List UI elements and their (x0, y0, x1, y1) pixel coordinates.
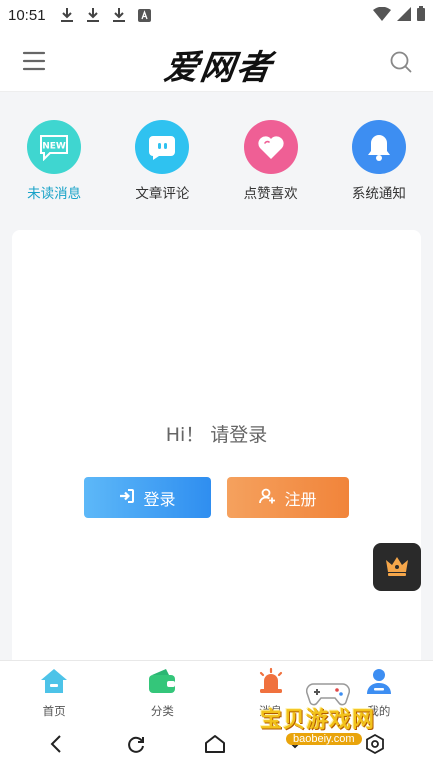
app-header: 爱网者 (0, 30, 433, 92)
download-icon (60, 7, 74, 23)
site-watermark: 宝贝游戏网 baobeiy.com (258, 678, 408, 750)
login-card: Hi！ 请登录 登录 注册 (12, 230, 421, 670)
download-icon (86, 7, 100, 23)
bell-icon (351, 120, 406, 174)
signal-icon (397, 6, 411, 25)
watermark-url: baobeiy.com (286, 733, 362, 745)
menu-icon[interactable] (22, 50, 46, 72)
svg-text:NEW: NEW (42, 142, 66, 152)
login-icon (119, 488, 135, 508)
quick-item-likes[interactable]: 点赞喜欢 (217, 115, 325, 205)
quick-item-comments[interactable]: 文章评论 (108, 115, 216, 205)
login-button-label: 登录 (143, 489, 176, 509)
add-user-icon (259, 488, 276, 508)
quick-item-label: 未读消息 (27, 186, 82, 202)
refresh-icon[interactable] (126, 734, 146, 758)
quick-item-unread[interactable]: NEW 未读消息 (0, 115, 108, 205)
login-button[interactable]: 登录 (84, 477, 211, 518)
quick-item-notifications[interactable]: 系统通知 (325, 115, 433, 205)
register-button[interactable]: 注册 (227, 477, 349, 518)
register-button-label: 注册 (284, 489, 317, 509)
new-badge-icon: NEW (27, 120, 82, 174)
a-box-icon (137, 8, 151, 22)
login-greeting: Hi！ 请登录 (165, 424, 268, 446)
wallet-icon (147, 667, 177, 699)
battery-icon (417, 5, 425, 25)
search-icon[interactable] (389, 50, 413, 74)
vip-floating-button[interactable] (373, 543, 421, 591)
download-icon (112, 7, 126, 23)
status-bar: 10:51 (0, 0, 433, 30)
quick-item-label: 系统通知 (351, 186, 406, 202)
wifi-icon (373, 6, 391, 25)
chat-bubble-icon (135, 120, 190, 174)
app-logo: 爱网者 (161, 48, 276, 88)
quick-item-label: 文章评论 (135, 186, 190, 202)
tab-label: 首页 (42, 704, 66, 718)
message-category-nav: NEW 未读消息 文章评论 点赞喜欢 系统通知 (0, 115, 433, 205)
status-time: 10:51 (8, 6, 46, 24)
back-icon[interactable] (47, 734, 67, 758)
tab-category[interactable]: 分类 (108, 661, 216, 720)
tab-home[interactable]: 首页 (0, 661, 108, 720)
quick-item-label: 点赞喜欢 (243, 186, 298, 202)
home-icon (39, 667, 69, 699)
heart-icon (243, 120, 298, 174)
watermark-title: 宝贝游戏网 (260, 708, 376, 733)
home-outline-icon[interactable] (204, 734, 226, 758)
tab-label: 分类 (150, 704, 174, 718)
crown-icon (384, 554, 410, 580)
